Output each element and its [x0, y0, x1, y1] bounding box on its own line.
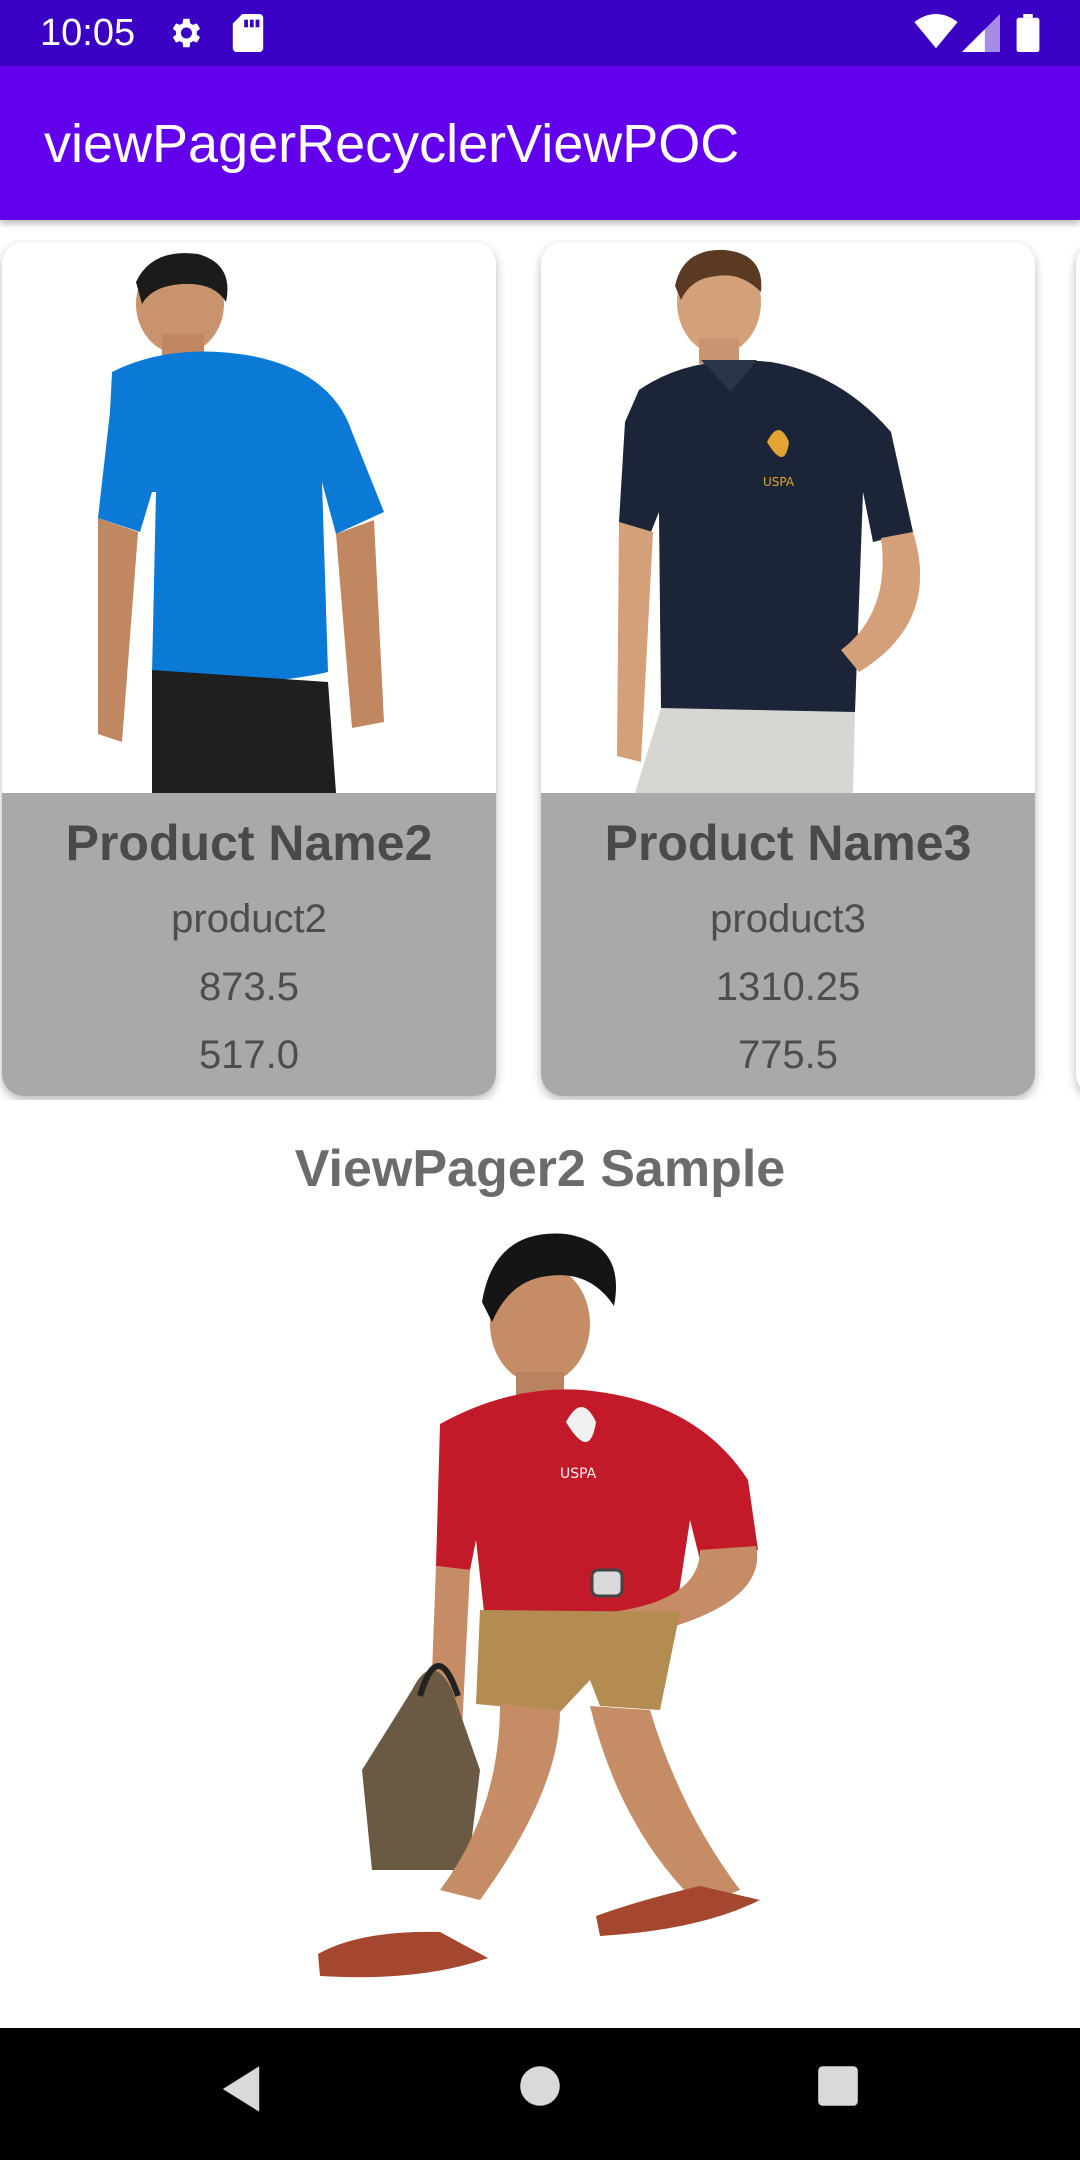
recents-icon[interactable]	[816, 2064, 860, 2108]
navigation-bar	[0, 2028, 1080, 2160]
svg-text:USPA: USPA	[763, 475, 795, 489]
viewpager-image[interactable]: USPA	[0, 1210, 1080, 2030]
signal-icon	[962, 14, 1000, 52]
product-discount-price: 517.0	[198, 1033, 300, 1077]
product-price: 1310.25	[715, 965, 861, 1009]
home-icon[interactable]	[518, 2064, 562, 2108]
product-card[interactable]: USPA Product Name3 product3 1310.25 775.…	[541, 242, 1035, 1096]
app-bar: viewPagerRecyclerViewPOC	[0, 66, 1080, 220]
product-carousel[interactable]: Product Name2 product2 873.5 517.0 USPA …	[0, 240, 1080, 1100]
status-bar: 10:05	[0, 0, 1080, 66]
product-name: Product Name3	[604, 815, 972, 871]
product-card[interactable]: Product Name2 product2 873.5 517.0	[2, 242, 496, 1096]
viewpager-title: ViewPager2 Sample	[294, 1140, 786, 1198]
settings-icon	[172, 18, 201, 48]
product-card-peek[interactable]	[1076, 242, 1080, 1096]
sd-card-icon	[232, 14, 264, 52]
product-info: Product Name2 product2 873.5 517.0	[2, 793, 496, 1096]
status-time: 10:05	[40, 12, 136, 54]
product-info: Product Name3 product3 1310.25 775.5	[541, 793, 1035, 1096]
back-icon[interactable]	[218, 2064, 264, 2114]
product-image: USPA	[541, 242, 1035, 793]
battery-icon	[1016, 14, 1040, 52]
product-code: product2	[171, 897, 327, 941]
app-title: viewPagerRecyclerViewPOC	[44, 114, 740, 174]
product-price: 873.5	[198, 965, 300, 1009]
svg-text:USPA: USPA	[560, 1466, 597, 1482]
wifi-icon	[914, 14, 958, 49]
product-code: product3	[710, 897, 866, 941]
product-name: Product Name2	[65, 815, 433, 871]
product-image	[2, 242, 496, 793]
product-discount-price: 775.5	[737, 1033, 839, 1077]
